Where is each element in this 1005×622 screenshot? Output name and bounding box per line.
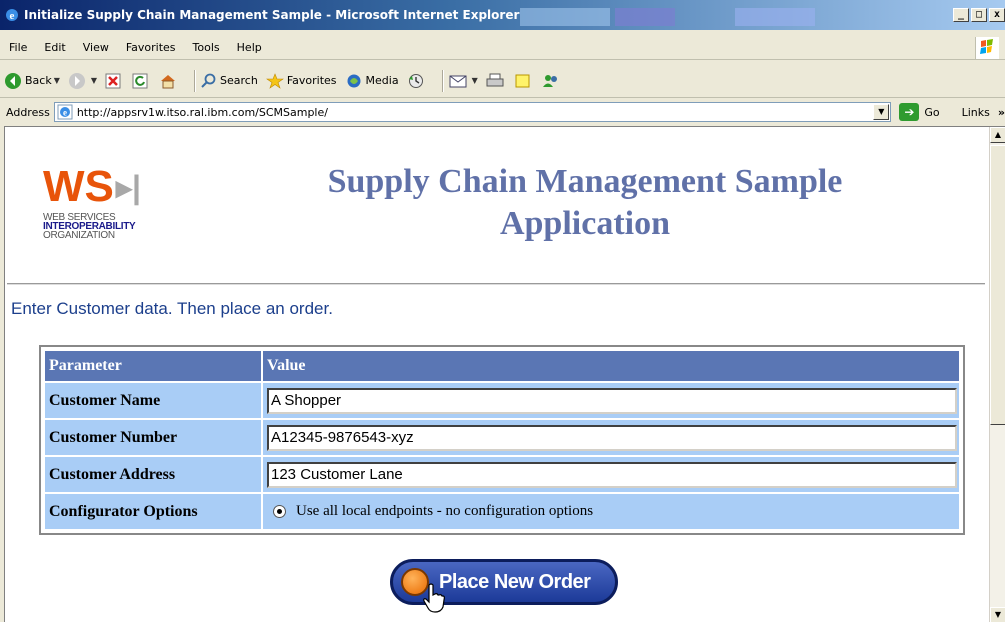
- window-title-bar[interactable]: e Initialize Supply Chain Management Sam…: [0, 0, 1005, 30]
- table-row: Customer Name: [45, 383, 959, 418]
- address-dropdown-icon[interactable]: ▼: [873, 104, 890, 120]
- logo-line-3: ORGANIZATION: [43, 230, 115, 241]
- back-label: Back: [25, 74, 52, 87]
- messenger-icon: [542, 74, 557, 87]
- configurator-option[interactable]: Use all local endpoints - no configurati…: [267, 503, 957, 520]
- table-row: Configurator Options Use all local endpo…: [45, 494, 959, 529]
- param-customer-number: Customer Number: [45, 420, 261, 455]
- media-button[interactable]: Media: [345, 73, 399, 89]
- address-input[interactable]: e http://appsrv1w.itso.ral.ibm.com/SCMSa…: [53, 102, 892, 122]
- stop-button[interactable]: [105, 73, 124, 89]
- search-label: Search: [220, 74, 258, 87]
- go-button[interactable]: ➔ Go: [899, 103, 940, 121]
- column-header-parameter: Parameter: [45, 351, 261, 381]
- page-viewport: WS ▸| WEB SERVICES INTEROPERABILITY ORGA…: [4, 126, 1005, 622]
- home-icon: [161, 74, 176, 88]
- go-arrow-icon: ➔: [899, 103, 920, 121]
- param-customer-name: Customer Name: [45, 383, 261, 418]
- table-header-row: Parameter Value: [45, 351, 959, 381]
- menu-favorites[interactable]: Favorites: [118, 41, 185, 54]
- close-button[interactable]: x: [989, 8, 1005, 22]
- forward-dropdown-icon[interactable]: ▼: [91, 76, 97, 85]
- address-url: http://appsrv1w.itso.ral.ibm.com/SCMSamp…: [76, 105, 328, 119]
- menu-bar: File Edit View Favorites Tools Help: [0, 36, 1005, 60]
- maximize-button[interactable]: □: [971, 8, 987, 22]
- star-icon: [265, 72, 284, 89]
- customer-form-table: Parameter Value Customer Name Customer N…: [39, 345, 965, 535]
- logo-mark: WS: [43, 162, 114, 211]
- column-header-value: Value: [263, 351, 959, 381]
- back-button[interactable]: Back ▼: [4, 72, 60, 90]
- mail-icon: [449, 75, 467, 87]
- vertical-scrollbar[interactable]: ▲ ▼: [989, 127, 1005, 622]
- menu-file[interactable]: File: [0, 41, 36, 54]
- refresh-button[interactable]: [132, 73, 151, 89]
- minimize-button[interactable]: _: [953, 8, 969, 22]
- hand-cursor-icon: [423, 583, 445, 613]
- edit-button[interactable]: [515, 73, 534, 89]
- media-label: Media: [365, 74, 399, 87]
- favorites-button[interactable]: Favorites: [265, 72, 337, 89]
- table-row: Customer Address: [45, 457, 959, 492]
- window-title: Initialize Supply Chain Management Sampl…: [24, 8, 520, 22]
- horizontal-rule: [7, 283, 985, 285]
- address-label: Address: [6, 105, 50, 119]
- print-button[interactable]: [486, 73, 507, 89]
- media-icon: [347, 74, 361, 87]
- forward-button[interactable]: ▼: [68, 72, 97, 90]
- back-dropdown-icon[interactable]: ▼: [54, 76, 60, 85]
- stop-icon: [105, 73, 121, 88]
- mail-dropdown-icon[interactable]: ▼: [472, 76, 478, 85]
- page-icon: e: [57, 104, 73, 120]
- ws-i-logo: WS ▸| WEB SERVICES INTEROPERABILITY ORGA…: [43, 162, 183, 241]
- mail-button[interactable]: ▼: [449, 73, 478, 89]
- links-chevron-icon[interactable]: »: [998, 106, 1005, 119]
- search-icon: [201, 73, 216, 88]
- svg-text:e: e: [10, 10, 15, 22]
- note-icon: [515, 74, 530, 87]
- configurator-option-label: Use all local endpoints - no configurati…: [296, 503, 594, 519]
- scroll-up-icon[interactable]: ▲: [990, 127, 1005, 143]
- menu-help[interactable]: Help: [229, 41, 271, 54]
- windows-logo-icon: [975, 37, 999, 59]
- instruction-text: Enter Customer data. Then place an order…: [11, 299, 333, 318]
- search-button[interactable]: Search: [201, 73, 258, 89]
- links-label[interactable]: Links: [962, 106, 990, 119]
- toolbar: Back ▼ ▼ Search Favorites Media ▼: [0, 64, 1005, 98]
- refresh-icon: [132, 73, 148, 88]
- param-customer-address: Customer Address: [45, 457, 261, 492]
- back-arrow-icon: [5, 72, 21, 89]
- page-title-line-2: Application: [499, 205, 671, 242]
- print-icon: [486, 73, 504, 86]
- svg-text:e: e: [63, 108, 67, 118]
- ie-icon: e: [6, 9, 18, 22]
- go-label: Go: [924, 105, 940, 119]
- favorites-label: Favorites: [286, 74, 337, 87]
- toolbar-separator: [441, 69, 443, 92]
- toolbar-separator: [194, 69, 196, 92]
- logo-separator: ▸|: [115, 169, 141, 205]
- messenger-button[interactable]: [542, 73, 563, 89]
- address-bar: Address e http://appsrv1w.itso.ral.ibm.c…: [0, 100, 1005, 124]
- scrollbar-thumb[interactable]: [990, 145, 1005, 425]
- page-title: Supply Chain Management Sample Applicati…: [245, 161, 925, 245]
- forward-arrow-icon: [68, 72, 85, 89]
- table-row: Customer Number: [45, 420, 959, 455]
- customer-address-input[interactable]: [267, 461, 957, 488]
- page-title-line-1: Supply Chain Management Sample: [327, 163, 843, 200]
- radio-button-selected[interactable]: [273, 505, 286, 518]
- menu-tools[interactable]: Tools: [185, 41, 229, 54]
- history-button[interactable]: [407, 73, 428, 89]
- param-configurator-options: Configurator Options: [45, 494, 261, 529]
- home-button[interactable]: [159, 73, 180, 89]
- history-icon: [408, 73, 423, 88]
- customer-number-input[interactable]: [267, 424, 957, 451]
- place-new-order-label: Place New Order: [439, 570, 591, 593]
- customer-name-input[interactable]: [267, 387, 957, 414]
- menu-view[interactable]: View: [75, 41, 118, 54]
- scroll-down-icon[interactable]: ▼: [990, 607, 1005, 622]
- menu-edit[interactable]: Edit: [36, 41, 74, 54]
